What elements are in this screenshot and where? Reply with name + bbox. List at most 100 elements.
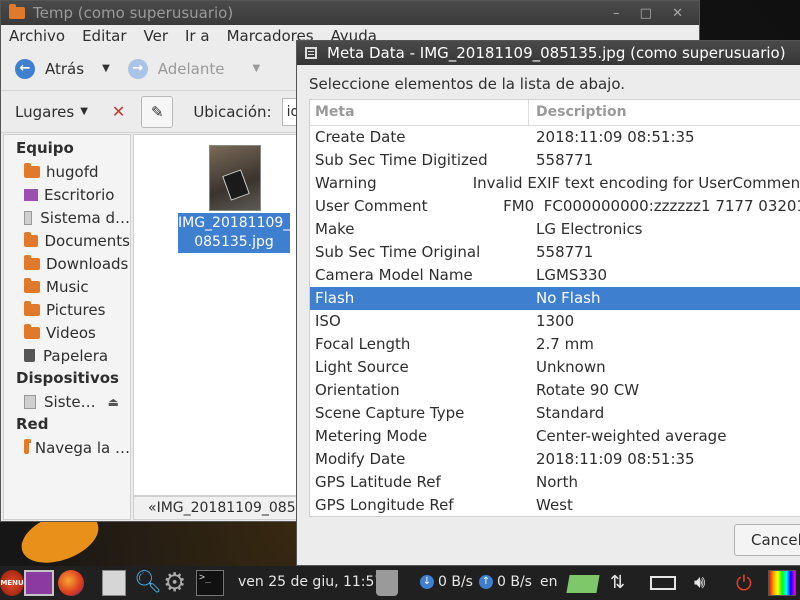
keyboard-language[interactable]: en xyxy=(540,574,558,590)
toggle-location-edit-button[interactable]: ✎ xyxy=(141,95,174,128)
file-label-selected[interactable]: IMG_20181109_ 085135.jpg xyxy=(178,213,290,253)
sidebar-section-equipo: Equipo xyxy=(16,139,74,157)
file-view[interactable]: IMG_20181109_ 085135.jpg xyxy=(133,134,299,496)
dialog-titlebar[interactable]: Meta Data - IMG_20181109_085135.jpg (com… xyxy=(297,41,800,65)
meta-cell: Flash xyxy=(315,289,355,307)
forward-history-dropdown-icon[interactable]: ▼ xyxy=(253,63,261,74)
table-row[interactable]: Warning Invalid EXIF text encoding for Us… xyxy=(310,172,800,195)
menu-archivo[interactable]: Archivo xyxy=(9,27,65,45)
description-cell: LGMS330 xyxy=(536,266,608,284)
table-row[interactable]: Sub Sec Time Digitized 558771 xyxy=(310,149,800,172)
sidebar-item-label: Music xyxy=(46,277,89,296)
drive-icon xyxy=(24,394,36,409)
description-cell: Unknown xyxy=(536,358,606,376)
menu-editar[interactable]: Editar xyxy=(82,27,126,45)
table-row[interactable]: User Comment FM0 FC000000000:zzzzzz1 717… xyxy=(310,195,800,218)
description-cell: West xyxy=(536,496,573,514)
sidebar-item-documents[interactable]: Documents xyxy=(4,229,130,252)
power-icon[interactable]: ⏻ xyxy=(736,570,756,596)
metadata-table[interactable]: Meta Description Create Date 2018:11:09 0… xyxy=(309,99,800,517)
table-row[interactable]: Light Source Unknown xyxy=(310,356,800,379)
file-manager-titlebar[interactable]: Temp (como superusuario) – □ ✕ xyxy=(1,1,699,25)
volume-icon[interactable]: 🔊︎ xyxy=(694,570,714,596)
description-cell: North xyxy=(536,473,578,491)
folder-icon xyxy=(24,277,40,293)
meta-cell: Camera Model Name xyxy=(315,266,473,284)
cancel-button[interactable]: Cancel xyxy=(734,524,800,556)
table-row[interactable]: Focal Length 2.7 mm xyxy=(310,333,800,356)
sidebar-item-label: Escritorio xyxy=(44,185,115,204)
drive-status-icon[interactable] xyxy=(566,575,600,593)
table-row[interactable]: Create Date 2018:11:09 08:51:35 xyxy=(310,126,800,149)
window-title: Temp (como superusuario) xyxy=(33,4,234,22)
color-picker-icon[interactable] xyxy=(768,570,796,596)
table-row[interactable]: Make LG Electronics xyxy=(310,218,800,241)
forward-button[interactable]: → Adelante xyxy=(127,58,225,79)
upload-speed: 0 B/s xyxy=(496,574,532,590)
sidebar-item-label: Siste… xyxy=(44,392,96,411)
close-sidebar-icon[interactable]: ✕ xyxy=(112,102,125,121)
network-transfer-icon[interactable]: ⇅ xyxy=(610,570,632,596)
sidebar-item-papelera[interactable]: Papelera xyxy=(4,344,130,367)
column-header-description[interactable]: Description xyxy=(529,100,627,125)
table-row[interactable]: Sub Sec Time Original 558771 xyxy=(310,241,800,264)
table-row[interactable]: Modify Date 2018:11:09 08:51:35 xyxy=(310,448,800,471)
description-cell: Center-weighted average xyxy=(536,427,727,445)
firefox-icon[interactable] xyxy=(58,570,84,596)
sidebar: Equipo hugofd Escritorio Sistema d… Docu… xyxy=(3,134,131,520)
table-row[interactable]: Scene Capture Type Standard xyxy=(310,402,800,425)
folder-icon xyxy=(24,438,31,454)
table-body: Create Date 2018:11:09 08:51:35 Sub Sec Ti… xyxy=(310,126,800,516)
eject-icon[interactable]: ⏏ xyxy=(108,395,119,409)
menu-ver[interactable]: Ver xyxy=(144,27,169,45)
folder-icon xyxy=(24,162,40,178)
image-thumbnail[interactable] xyxy=(209,145,261,211)
sidebar-item-hugofd[interactable]: hugofd xyxy=(4,160,130,183)
sidebar-item-label: Pictures xyxy=(46,300,106,319)
window-controls[interactable]: – □ ✕ xyxy=(613,6,691,21)
places-label: Lugares xyxy=(15,102,75,121)
table-row[interactable]: ISO 1300 xyxy=(310,310,800,333)
sidebar-item-videos[interactable]: Videos xyxy=(4,321,130,344)
table-row[interactable]: Flash No Flash xyxy=(310,287,800,310)
meta-cell: User Comment xyxy=(315,197,428,215)
sidebar-item-network[interactable]: Navega la … xyxy=(4,436,130,459)
meta-cell: Make xyxy=(315,220,355,238)
terminal-icon[interactable]: >_ xyxy=(196,570,224,596)
table-row[interactable]: GPS Latitude Ref North xyxy=(310,471,800,494)
description-cell: FM0 FC000000000:zzzzzz1 7177 03201 xyxy=(488,197,800,215)
search-icon[interactable]: 🔍︎ xyxy=(134,570,162,596)
menu-button[interactable]: MENU xyxy=(0,570,24,596)
sidebar-item-music[interactable]: Music xyxy=(4,275,130,298)
file-manager-icon[interactable] xyxy=(102,570,126,596)
table-row[interactable]: Orientation Rotate 90 CW xyxy=(310,379,800,402)
table-row[interactable]: GPS Longitude Ref West xyxy=(310,494,800,516)
description-cell: 558771 xyxy=(536,243,594,261)
sidebar-item-pictures[interactable]: Pictures xyxy=(4,298,130,321)
app-launcher-icon[interactable] xyxy=(24,570,54,596)
description-cell: No Flash xyxy=(536,289,601,307)
battery-icon[interactable] xyxy=(650,576,676,590)
description-cell: 2.7 mm xyxy=(536,335,594,353)
menu-ir-a[interactable]: Ir a xyxy=(185,27,210,45)
meta-cell: Metering Mode xyxy=(315,427,428,445)
table-row[interactable]: Metering Mode Center-weighted average xyxy=(310,425,800,448)
gear-icon[interactable]: ⚙ xyxy=(163,570,193,596)
column-header-meta[interactable]: Meta xyxy=(310,100,529,125)
sidebar-item-device[interactable]: Siste… ⏏ xyxy=(4,390,130,413)
sidebar-item-sistema[interactable]: Sistema d… xyxy=(4,206,130,229)
description-cell: LG Electronics xyxy=(536,220,643,238)
table-row[interactable]: Camera Model Name LGMS330 xyxy=(310,264,800,287)
meta-cell: Focal Length xyxy=(315,335,411,353)
back-button[interactable]: ← Atrás xyxy=(15,58,84,79)
clock[interactable]: ven 25 de giu, 11:57 xyxy=(238,574,383,590)
table-header: Meta Description xyxy=(310,100,800,126)
trash-icon[interactable] xyxy=(376,570,398,596)
sidebar-item-escritorio[interactable]: Escritorio xyxy=(4,183,130,206)
file-name-line2: 085135.jpg xyxy=(194,234,274,250)
sidebar-item-downloads[interactable]: Downloads xyxy=(4,252,130,275)
sidebar-item-label: Videos xyxy=(46,323,96,342)
back-history-dropdown-icon[interactable]: ▼ xyxy=(102,63,110,74)
places-dropdown[interactable]: Lugares ▼ xyxy=(15,103,88,121)
sidebar-item-label: hugofd xyxy=(46,162,99,181)
